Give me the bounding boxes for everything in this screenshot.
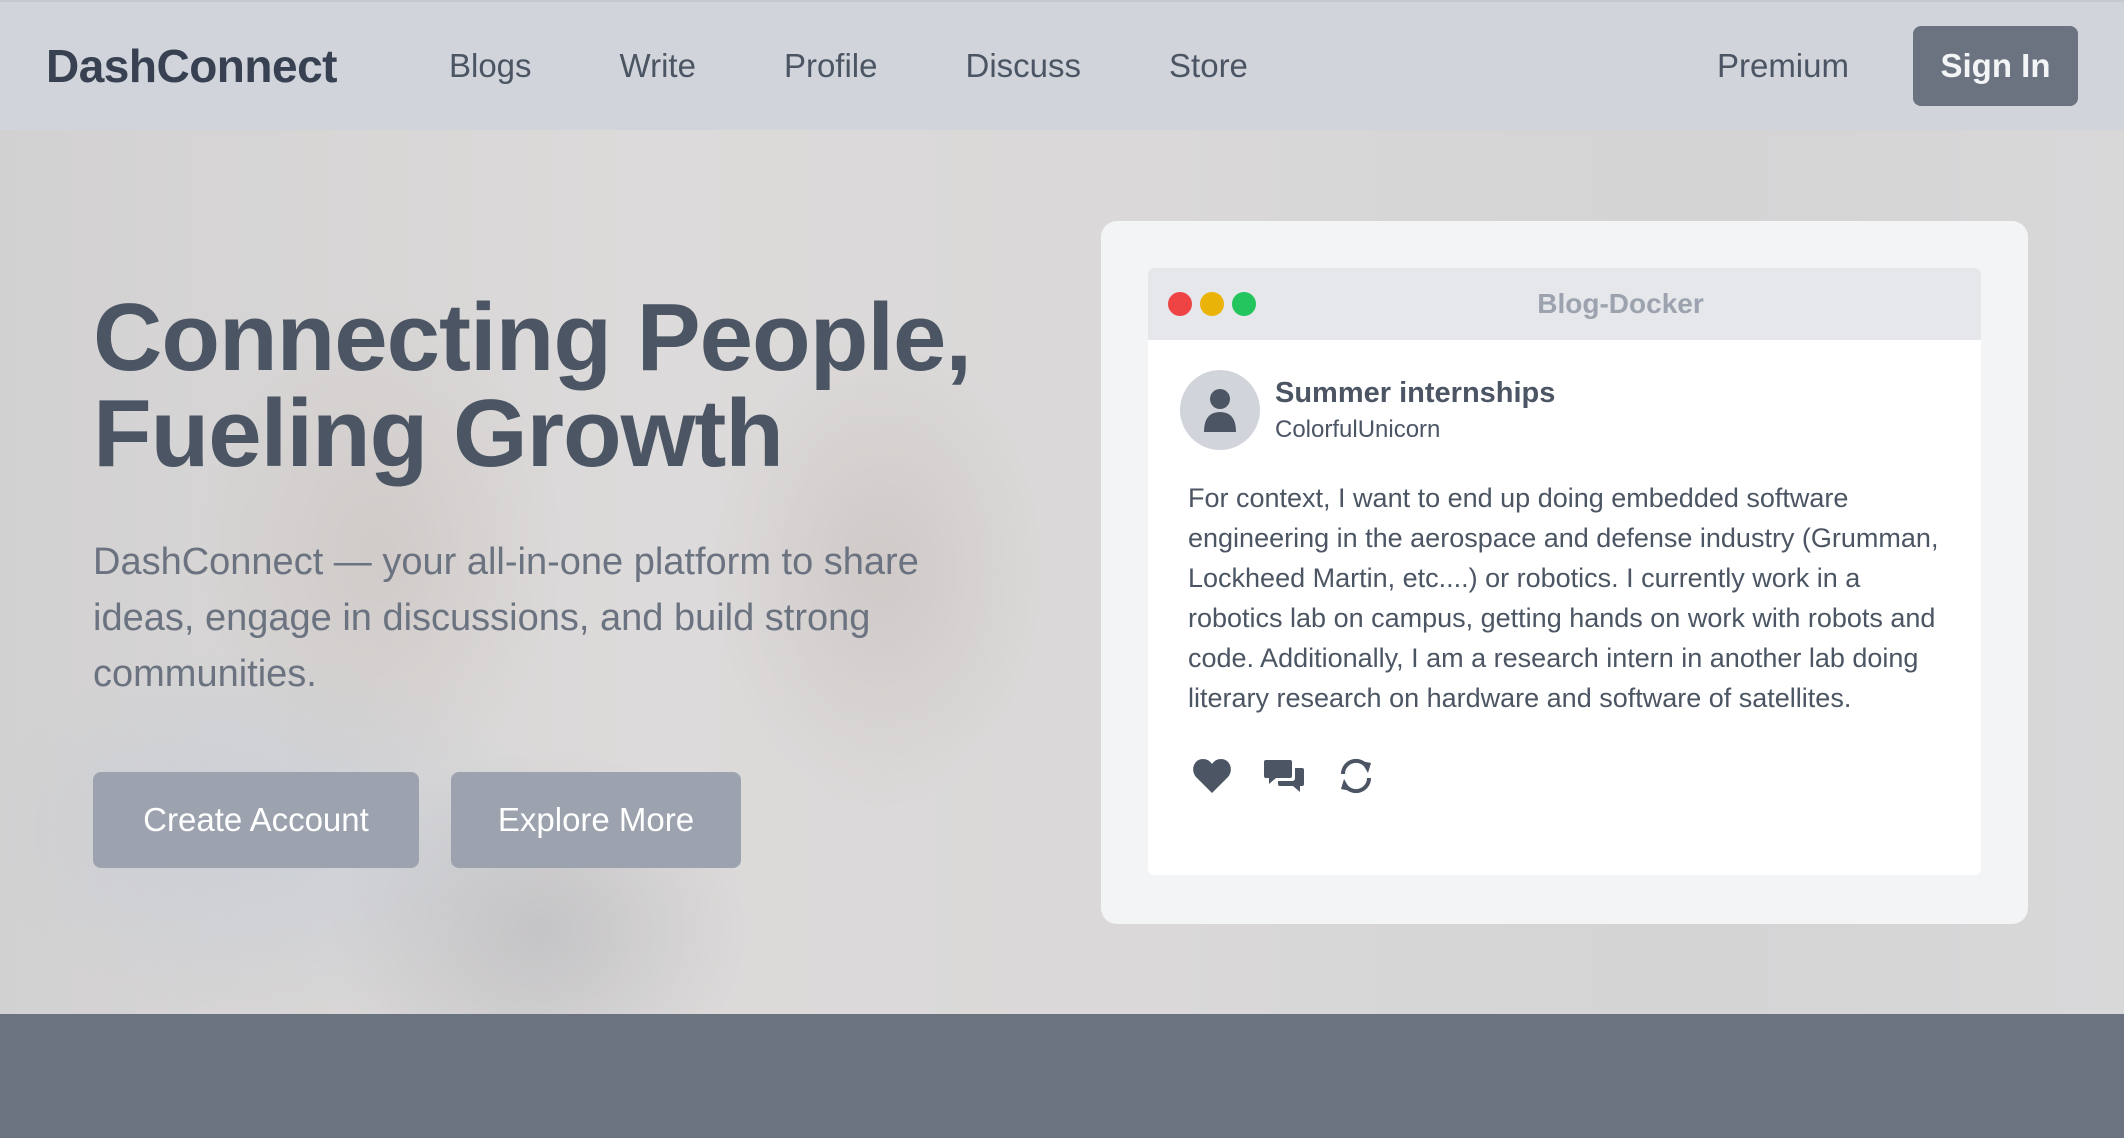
- post-body: For context, I want to end up doing embe…: [1188, 483, 1939, 713]
- hero-section: Connecting People, Fueling Growth DashCo…: [0, 130, 2124, 1014]
- nav-link-profile[interactable]: Profile: [784, 47, 878, 85]
- comments-icon[interactable]: [1262, 754, 1306, 798]
- post-meta: Summer internships ColorfulUnicorn: [1275, 377, 1555, 444]
- nav-right: Premium Sign In: [1717, 26, 2078, 106]
- nav-link-discuss[interactable]: Discuss: [966, 47, 1082, 85]
- window-titlebar: Blog-Docker: [1148, 268, 1981, 340]
- footer-band: [0, 1014, 2124, 1138]
- nav-link-write[interactable]: Write: [620, 47, 696, 85]
- hero-content: Connecting People, Fueling Growth DashCo…: [93, 290, 993, 868]
- post-title[interactable]: Summer internships: [1275, 377, 1555, 410]
- post-header: Summer internships ColorfulUnicorn: [1180, 370, 1949, 450]
- hero-title-line1: Connecting People,: [93, 284, 972, 391]
- window-title: Blog-Docker: [1537, 288, 1704, 319]
- repost-icon[interactable]: [1334, 754, 1378, 798]
- navbar: DashConnect Blogs Write Profile Discuss …: [0, 0, 2124, 130]
- blog-preview-card: Blog-Docker Summer internships ColorfulU…: [1101, 221, 2028, 924]
- blog-post: Summer internships ColorfulUnicorn For c…: [1148, 340, 1981, 798]
- nav-link-store[interactable]: Store: [1169, 47, 1248, 85]
- nav-links: Blogs Write Profile Discuss Store: [397, 47, 1284, 85]
- hero-buttons: Create Account Explore More: [93, 772, 993, 868]
- avatar[interactable]: [1180, 370, 1260, 450]
- hero-title-line2: Fueling Growth: [93, 380, 784, 487]
- heart-icon[interactable]: [1190, 754, 1234, 798]
- post-actions: [1180, 754, 1949, 798]
- explore-more-button[interactable]: Explore More: [451, 772, 741, 868]
- user-icon: [1204, 389, 1236, 432]
- nav-link-blogs[interactable]: Blogs: [449, 47, 532, 85]
- hero-subtitle: DashConnect — your all-in-one platform t…: [93, 541, 919, 695]
- post-author[interactable]: ColorfulUnicorn: [1275, 416, 1555, 444]
- sign-in-button[interactable]: Sign In: [1913, 26, 2078, 106]
- hero-title: Connecting People, Fueling Growth: [93, 290, 993, 482]
- blog-window: Blog-Docker Summer internships ColorfulU…: [1148, 268, 1981, 875]
- brand-logo[interactable]: DashConnect: [46, 39, 337, 93]
- create-account-button[interactable]: Create Account: [93, 772, 419, 868]
- nav-link-premium[interactable]: Premium: [1717, 47, 1849, 85]
